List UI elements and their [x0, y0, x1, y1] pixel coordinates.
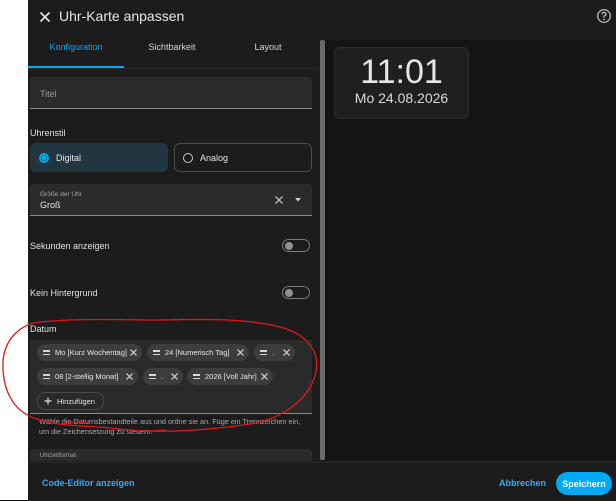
- title-field[interactable]: Titel: [30, 77, 312, 109]
- no-background-row: Kein Hintergrund: [30, 285, 312, 301]
- save-button-label: Speichern: [562, 478, 606, 489]
- drag-handle-icon[interactable]: [153, 350, 160, 355]
- code-editor-button[interactable]: Code-Editor anzeigen: [42, 478, 135, 488]
- time-format-select[interactable]: Uhrzeitformat: [30, 449, 312, 461]
- date-chip[interactable]: 2026 [Voll Jahr]: [187, 368, 273, 385]
- clock-card-preview: 11:01 Mo 24.08.2026: [334, 47, 469, 119]
- remove-chip-icon[interactable]: [237, 349, 244, 356]
- add-date-part-label: Hinzufügen: [57, 396, 95, 406]
- tab-konfiguration-label: Konfiguration: [49, 42, 103, 52]
- tab-sichtbarkeit[interactable]: Sichtbarkeit: [124, 42, 220, 68]
- tabs-divider: [28, 68, 319, 69]
- clock-size-label: Größe der Uhr: [40, 191, 82, 198]
- remove-chip-icon[interactable]: [171, 373, 178, 380]
- add-date-part-button[interactable]: Hinzufügen: [37, 392, 104, 410]
- edit-card-dialog: Uhr-Karte anpassen Konfiguration Sichtba…: [28, 0, 616, 501]
- dialog-header: Uhr-Karte anpassen: [28, 0, 616, 34]
- remove-chip-icon[interactable]: [130, 349, 137, 356]
- drag-handle-icon[interactable]: [260, 350, 267, 355]
- date-chip-label: .: [272, 348, 275, 357]
- date-chip-label: .: [161, 372, 164, 381]
- date-chip[interactable]: .: [143, 368, 183, 385]
- no-background-switch[interactable]: [282, 286, 310, 299]
- clock-size-select[interactable]: Größe der Uhr Groß: [30, 184, 312, 216]
- clock-time: 11:01: [360, 53, 443, 91]
- date-parts-field: Mo [Kurz Wochentag] 24 [Numerisch Tag] .…: [30, 340, 312, 414]
- date-helper-text: Wähle die Datumsbestandteile aus und ord…: [39, 417, 301, 436]
- background-page-strip: [0, 0, 28, 500]
- close-icon: [39, 11, 51, 23]
- help-button[interactable]: [596, 8, 612, 24]
- radio-unselected-icon: [183, 152, 193, 163]
- dialog-title: Uhr-Karte anpassen: [59, 8, 185, 24]
- date-chip[interactable]: .: [254, 344, 295, 361]
- clock-style-label: Uhrenstil: [30, 128, 66, 138]
- analog-label: Analog: [200, 152, 229, 163]
- remove-chip-icon[interactable]: [283, 349, 290, 356]
- triangle-down-icon[interactable]: [295, 198, 301, 202]
- clear-x-icon[interactable]: [275, 196, 283, 204]
- digital-label: Digital: [56, 152, 82, 163]
- clock-size-value: Groß: [40, 200, 61, 210]
- drag-handle-icon[interactable]: [149, 374, 156, 379]
- close-button[interactable]: [34, 6, 56, 28]
- radio-selected-icon: [39, 152, 49, 163]
- tab-layout[interactable]: Layout: [220, 42, 316, 68]
- date-chip-label: 08 [2-stellig Monat]: [55, 372, 119, 381]
- drag-handle-icon[interactable]: [43, 374, 50, 379]
- date-chip[interactable]: 24 [Numerisch Tag]: [147, 344, 249, 361]
- clock-style-analog-option[interactable]: Analog: [174, 143, 312, 172]
- date-chip-label: Mo [Kurz Wochentag]: [55, 348, 127, 357]
- drag-handle-icon[interactable]: [43, 350, 50, 355]
- tab-sichtbarkeit-label: Sichtbarkeit: [148, 42, 196, 52]
- dialog-footer: Code-Editor anzeigen Abbrechen Speichern: [28, 462, 616, 501]
- tab-layout-label: Layout: [254, 42, 282, 52]
- remove-chip-icon[interactable]: [126, 373, 133, 380]
- no-background-label: Kein Hintergrund: [30, 288, 98, 298]
- plus-icon: [44, 397, 52, 405]
- remove-chip-icon[interactable]: [261, 373, 268, 380]
- title-field-placeholder: Titel: [40, 89, 57, 99]
- date-chip-label: 24 [Numerisch Tag]: [165, 348, 230, 357]
- date-chip[interactable]: 08 [2-stellig Monat]: [37, 368, 138, 385]
- show-seconds-label: Sekunden anzeigen: [30, 241, 110, 251]
- date-section-label: Datum: [30, 324, 57, 334]
- drag-handle-icon[interactable]: [193, 374, 200, 379]
- card-preview: 11:01 Mo 24.08.2026: [325, 40, 616, 460]
- date-chip[interactable]: Mo [Kurz Wochentag]: [37, 344, 142, 361]
- date-chip-label: 2026 [Voll Jahr]: [205, 372, 257, 381]
- show-seconds-row: Sekunden anzeigen: [30, 238, 312, 254]
- switch-knob: [285, 241, 293, 250]
- save-button[interactable]: Speichern: [556, 472, 612, 495]
- clock-date: Mo 24.08.2026: [354, 90, 449, 106]
- help-circle-icon: [597, 9, 611, 23]
- clock-style-digital-option[interactable]: Digital: [30, 143, 168, 172]
- time-format-label: Uhrzeitformat: [40, 453, 77, 459]
- cancel-button[interactable]: Abbrechen: [499, 478, 546, 488]
- switch-knob: [285, 288, 293, 297]
- show-seconds-switch[interactable]: [282, 239, 310, 252]
- tab-bar: Konfiguration Sichtbarkeit Layout: [28, 42, 319, 68]
- tab-konfiguration[interactable]: Konfiguration: [28, 42, 124, 68]
